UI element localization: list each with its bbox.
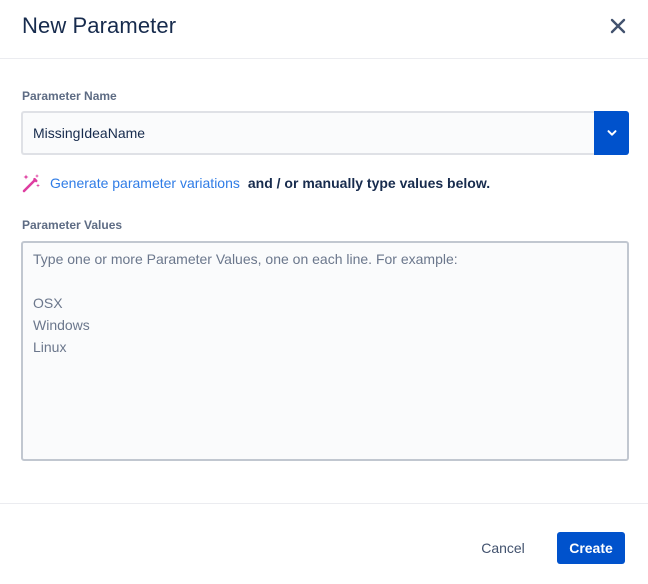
parameter-name-dropdown-button[interactable] [594, 111, 629, 155]
manual-values-hint: and / or manually type values below. [247, 175, 491, 191]
create-button[interactable]: Create [557, 532, 625, 564]
cancel-button[interactable]: Cancel [470, 532, 536, 564]
parameter-name-input[interactable] [21, 111, 595, 155]
chevron-down-icon [594, 127, 629, 139]
footer-divider [0, 503, 648, 504]
parameter-values-label: Parameter Values [22, 218, 123, 232]
new-parameter-dialog: New Parameter Parameter Name MissingIdea… [0, 0, 648, 584]
dialog-title: New Parameter [22, 13, 177, 38]
generate-variations-row: Generate parameter variations and / or m… [20, 171, 490, 195]
parameter-values-textarea[interactable] [21, 241, 629, 461]
dialog-header: New Parameter [0, 0, 648, 59]
close-button[interactable] [602, 10, 634, 42]
close-icon [602, 16, 634, 36]
parameter-name-field-group [21, 111, 629, 155]
parameter-name-label: Parameter Name [22, 89, 117, 103]
generate-parameter-variations-link[interactable]: Generate parameter variations [50, 175, 240, 191]
magic-wand-icon [20, 172, 42, 194]
